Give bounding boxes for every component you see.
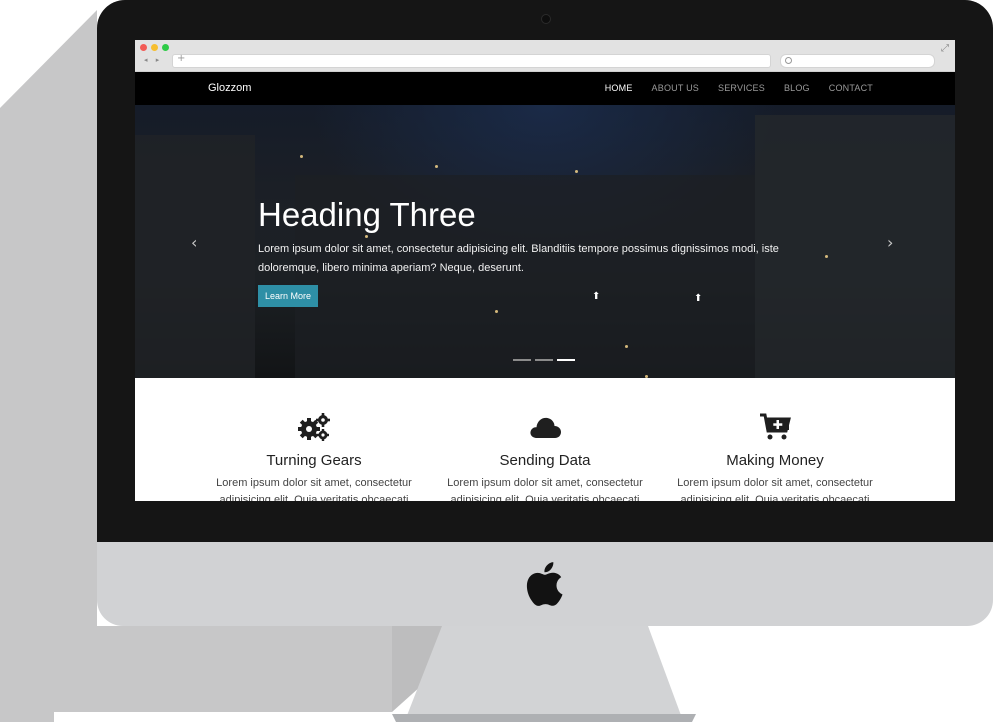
carousel-indicator-3[interactable] — [557, 359, 575, 361]
carousel-prev-icon[interactable]: ‹ — [191, 233, 197, 252]
feature-text: Lorem ipsum dolor sit amet, consectetur … — [216, 477, 412, 501]
new-tab-icon[interactable]: + — [177, 53, 185, 64]
arrow-up-icon: ⬆ — [592, 291, 601, 302]
feature-making-money: Making Money Lorem ipsum dolor sit amet,… — [660, 412, 890, 501]
city-light — [300, 155, 303, 158]
imac-stand — [392, 626, 696, 722]
feature-title: Sending Data — [499, 452, 591, 469]
learn-more-button[interactable]: Learn More — [258, 285, 319, 307]
arrow-up-icon: ⬆ — [694, 293, 703, 304]
city-light — [625, 345, 628, 348]
minimize-window-icon[interactable] — [151, 44, 158, 51]
site-navbar: Glozzom HOME ABOUT US SERVICES BLOG CONT… — [135, 72, 955, 105]
feature-text: Lorem ipsum dolor sit amet, consectetur … — [677, 477, 873, 501]
gears-icon — [298, 413, 330, 441]
feature-text: Lorem ipsum dolor sit amet, consectetur … — [447, 477, 643, 501]
nav-item-about-us[interactable]: ABOUT US — [652, 83, 699, 93]
cloud-icon — [530, 417, 561, 438]
website-screen: ◂ ▸ + ⤢ Glozzom HOME ABOUT US SERVICES B… — [135, 40, 955, 501]
hero-carousel: ⬆ ⬆ Heading Three Lorem ipsum dolor sit … — [135, 105, 955, 378]
nav-item-contact[interactable]: CONTACT — [829, 83, 873, 93]
cart-plus-icon — [760, 413, 791, 440]
city-light — [365, 235, 368, 238]
city-light — [495, 310, 498, 313]
city-light — [825, 255, 828, 258]
expand-icon[interactable]: ⤢ — [941, 43, 949, 54]
apple-logo-icon — [526, 562, 563, 606]
city-light — [435, 165, 438, 168]
features-section: Turning Gears Lorem ipsum dolor sit amet… — [135, 378, 955, 501]
carousel-indicator-2[interactable] — [535, 359, 553, 361]
nav-item-services[interactable]: SERVICES — [718, 83, 765, 93]
nav-item-blog[interactable]: BLOG — [784, 83, 810, 93]
nav-menu: HOME ABOUT US SERVICES BLOG CONTACT — [605, 83, 873, 93]
back-forward-icon[interactable]: ◂ ▸ — [144, 56, 162, 64]
hero-description: Lorem ipsum dolor sit amet, consectetur … — [258, 243, 779, 274]
carousel-indicator-1[interactable] — [513, 359, 531, 361]
city-light — [575, 170, 578, 173]
carousel-next-icon[interactable]: › — [887, 233, 893, 252]
feature-title: Making Money — [726, 452, 824, 469]
feature-title: Turning Gears — [266, 452, 362, 469]
feature-sending-data: Sending Data Lorem ipsum dolor sit amet,… — [430, 412, 660, 501]
maximize-window-icon[interactable] — [162, 44, 169, 51]
nav-item-home[interactable]: HOME — [605, 83, 633, 93]
search-icon — [785, 57, 792, 64]
camera-icon — [541, 14, 551, 24]
close-window-icon[interactable] — [140, 44, 147, 51]
site-brand[interactable]: Glozzom — [208, 82, 251, 94]
background-building — [135, 135, 255, 378]
browser-toolbar: ◂ ▸ + ⤢ — [135, 40, 955, 72]
browser-search-input[interactable] — [780, 54, 935, 68]
address-bar[interactable]: + — [172, 53, 771, 68]
carousel-indicators — [513, 359, 575, 361]
feature-turning-gears: Turning Gears Lorem ipsum dolor sit amet… — [199, 412, 429, 501]
hero-heading: Heading Three — [258, 196, 476, 233]
